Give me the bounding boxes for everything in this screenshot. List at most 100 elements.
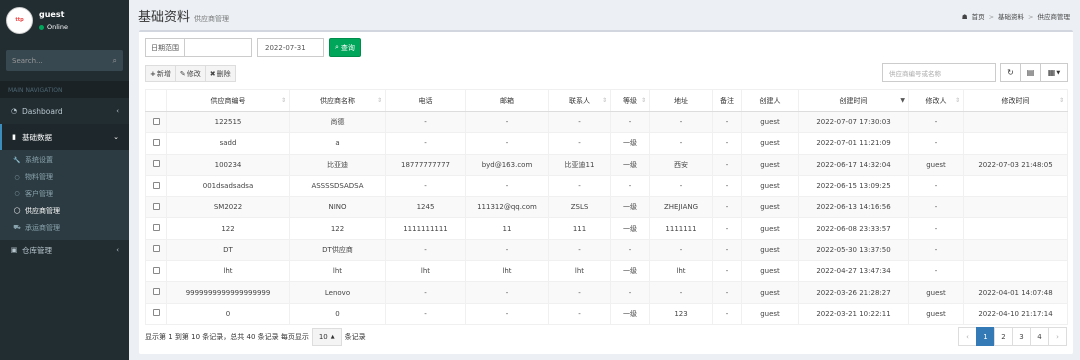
table-row[interactable]: 001dsadsadsa ASSSSDSADSA - - - - - - guest 2022-0… (145, 174, 1068, 198)
row-checkbox[interactable] (152, 288, 160, 296)
sidebar-search-input[interactable]: Search... ⌕ (6, 50, 123, 71)
column-header-label: 创建时间 (839, 96, 868, 105)
table-cell: guest (741, 153, 799, 176)
breadcrumb-separator: > (1028, 13, 1034, 21)
row-checkbox[interactable] (152, 181, 160, 189)
table-row[interactable]: DT DT供应商 - - - - - - guest 2022-05-30 13:37:50- (145, 238, 1068, 262)
row-checkbox[interactable] (152, 309, 160, 317)
next-page-button[interactable]: › (1048, 327, 1067, 346)
table-cell: lht (649, 260, 713, 283)
sidebar: ttp guest Online Search... ⌕ MAIN NAVIGA… (0, 0, 129, 360)
column-header[interactable]: 修改时间 ⇕ (963, 89, 1068, 112)
table-cell (963, 260, 1068, 283)
query-button[interactable]: ⌕ 查询 (329, 38, 361, 57)
grid-icon: ▦ (1047, 68, 1056, 77)
table-row[interactable]: 0 0- - - 一级 123- guest 2022-03-21 10:22:11 guest… (145, 302, 1068, 325)
table-cell: 2022-06-15 13:09:25 (798, 174, 909, 198)
row-checkbox[interactable] (152, 224, 160, 232)
table-cell: 1111111111 (385, 217, 466, 240)
prev-page-button[interactable]: ‹ (958, 327, 977, 346)
table-cell: - (712, 174, 742, 198)
search-icon: ⌕ (335, 43, 339, 51)
page-button[interactable]: 3 (1012, 327, 1031, 346)
table-row[interactable]: 100234 比亚迪 18777777777 byd@163.com 比亚迪11 一级 西安… (145, 153, 1068, 176)
sidebar-item-materials[interactable]: ○ 物料管理 (0, 169, 129, 186)
table-cell: - (548, 110, 611, 134)
breadcrumb-home[interactable]: 首页 (972, 13, 985, 21)
table-row[interactable]: 122515 尚德 - - - - - - guest 2022-07-07 17:30:03- (145, 110, 1068, 134)
sidebar-item-label: 系统设置 (25, 156, 53, 165)
sort-icon: ⇕ (376, 97, 382, 104)
column-header[interactable]: 创建人 (741, 89, 799, 112)
column-header[interactable]: 供应商名称 ⇕ (289, 89, 386, 112)
table-cell: - (385, 174, 466, 198)
table-cell: 1111111 (649, 217, 713, 240)
toggle-view-button[interactable]: ▤ (1020, 63, 1041, 82)
sidebar-item-carriers[interactable]: ⛟ 承运商管理 (0, 219, 129, 236)
row-checkbox[interactable] (152, 160, 160, 168)
column-header[interactable]: 备注 (712, 89, 742, 112)
table-cell: - (908, 238, 964, 262)
sidebar-item-dashboard[interactable]: ◔ Dashboard ‹ (0, 98, 129, 124)
table-cell: - (385, 110, 466, 134)
table-cell: guest (741, 281, 799, 304)
column-header[interactable]: 修改人 ⇕ (908, 89, 964, 112)
row-checkbox-cell (145, 153, 167, 176)
row-checkbox[interactable] (152, 245, 160, 253)
search-icon[interactable]: ⌕ (113, 56, 117, 66)
breadcrumb-separator: > (988, 13, 995, 21)
page-button[interactable]: 1 (976, 327, 995, 346)
refresh-button[interactable]: ↻ (1000, 63, 1021, 82)
columns-button[interactable]: ▦ ▼ (1040, 63, 1068, 82)
column-header[interactable]: 创建时间 ▼ (798, 89, 909, 112)
edit-button[interactable]: ✎ 修改 (174, 65, 206, 82)
table-cell: lht (548, 260, 611, 283)
content-header: 基础资料 供应商管理 ☗ 首页 > 基础资料 > 供应商管理 (129, 0, 1080, 30)
table-cell: - (548, 238, 611, 262)
delete-button[interactable]: ✖ 删除 (204, 65, 236, 82)
column-header[interactable]: 供应商编号 ⇕ (166, 89, 290, 112)
table-cell: - (465, 302, 549, 325)
page-button[interactable]: 2 (994, 327, 1013, 346)
date-start-input[interactable] (184, 38, 252, 57)
row-checkbox[interactable] (152, 266, 160, 274)
column-header[interactable]: 地址 (649, 89, 713, 112)
table-row[interactable]: sadd a - - - 一级 - - guest 2022-07-01 11:21:09- (145, 132, 1068, 155)
breadcrumb-basic[interactable]: 基础资料 (998, 13, 1024, 21)
sidebar-item-basic-data[interactable]: ▮ 基础数据 ⌄ (0, 124, 129, 150)
row-checkbox[interactable] (152, 138, 160, 146)
table-cell: - (649, 238, 713, 262)
sidebar-item-warehouse[interactable]: ▣ 仓库管理 ‹ (0, 240, 129, 261)
header-checkbox[interactable] (145, 89, 167, 112)
sidebar-item-label: 仓库管理 (22, 245, 52, 255)
table-cell: 西安 (649, 153, 713, 176)
table-cell: 111 (548, 217, 611, 240)
caret-down-icon: ▼ (1056, 69, 1061, 76)
table-row[interactable]: lht lht lht lht lht 一级 lht - guest 2022-04-27 13:… (145, 260, 1068, 283)
table-cell: 123 (649, 302, 713, 325)
column-header[interactable]: 邮箱 (465, 89, 549, 112)
table-row[interactable]: SM2022 NINO 1245 111312@qq.com ZSLS 一级 ZHEJIAN… (145, 196, 1068, 219)
table-cell: 一级 (610, 132, 650, 155)
caret-up-icon: ▲ (330, 334, 335, 340)
row-checkbox[interactable] (152, 202, 160, 210)
column-header[interactable]: 等级 ⇕ (610, 89, 650, 112)
date-end-input[interactable]: 2022-07-31 (257, 38, 324, 57)
table-cell: 100234 (166, 153, 290, 176)
table-cell: - (712, 110, 742, 134)
table-row[interactable]: 9999999999999999999 Lenovo - - - - - - guest 2022… (145, 281, 1068, 304)
column-header[interactable]: 电话 (385, 89, 466, 112)
sidebar-item-customers[interactable]: ○ 客户管理 (0, 186, 129, 203)
sidebar-item-system-settings[interactable]: 🔧 系统设置 (0, 152, 129, 169)
page-size-select[interactable]: 10 ▲ (311, 328, 342, 346)
sidebar-item-suppliers[interactable]: ◯ 供应商管理 (0, 202, 129, 219)
page-button[interactable]: 4 (1030, 327, 1049, 346)
table-cell: - (465, 174, 549, 198)
table-row[interactable]: 122 122 1111111111 11 111 一级 1111111- guest 2022… (145, 217, 1068, 240)
chevron-left-icon: ‹ (116, 107, 119, 115)
supplier-search-input[interactable]: 供应商编号或名称 (882, 63, 996, 82)
row-checkbox[interactable] (152, 117, 160, 125)
column-header[interactable]: 联系人 ⇕ (548, 89, 611, 112)
table-cell: ZHEJIANG (649, 196, 713, 219)
add-button[interactable]: + 新增 (145, 65, 176, 82)
